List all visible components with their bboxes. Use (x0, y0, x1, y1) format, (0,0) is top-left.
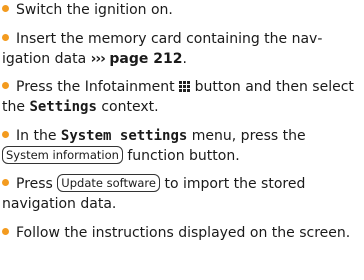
step-system-settings: In the System settings menu, press the S… (2, 126, 360, 166)
bullet-icon (2, 82, 9, 89)
step-text: Follow the instructions displayed on the… (16, 224, 351, 241)
step-update-software: Press Update software to import the stor… (2, 174, 360, 214)
step-press-infotainment: Press the Infotainment button and then s… (2, 77, 360, 117)
bullet-icon (2, 5, 9, 12)
cross-reference-arrows-icon: ››› (90, 50, 106, 67)
step-text-middle: menu, press the (187, 127, 306, 144)
step-switch-ignition: Switch the ignition on. (2, 0, 360, 20)
step-text: Press (16, 176, 58, 192)
system-information-button[interactable]: System information (2, 145, 123, 164)
bullet-icon (2, 130, 9, 138)
page-reference-link[interactable]: page 212 (109, 51, 182, 67)
step-text: Switch the ignition on. (16, 2, 173, 18)
system-settings-menu-name: System settings (60, 127, 188, 144)
step-text-end: . (182, 50, 187, 67)
bullet-icon (2, 33, 9, 41)
step-text-end: function button. (122, 147, 240, 164)
infotainment-grid-icon (179, 81, 191, 92)
step-insert-memory-card: Insert the memory card containing the na… (2, 29, 360, 69)
step-text-end: context. (96, 99, 159, 115)
instruction-steps: Switch the ignition on. Insert the memor… (2, 0, 360, 243)
step-text: Press the Infotainment (16, 79, 180, 95)
bullet-icon (2, 227, 9, 235)
step-text: In the (16, 127, 61, 144)
step-follow-instructions: Follow the instructions displayed on the… (2, 223, 360, 243)
update-software-button[interactable]: Update software (57, 174, 160, 192)
bullet-icon (2, 179, 9, 186)
settings-context-name: Settings (29, 99, 97, 115)
